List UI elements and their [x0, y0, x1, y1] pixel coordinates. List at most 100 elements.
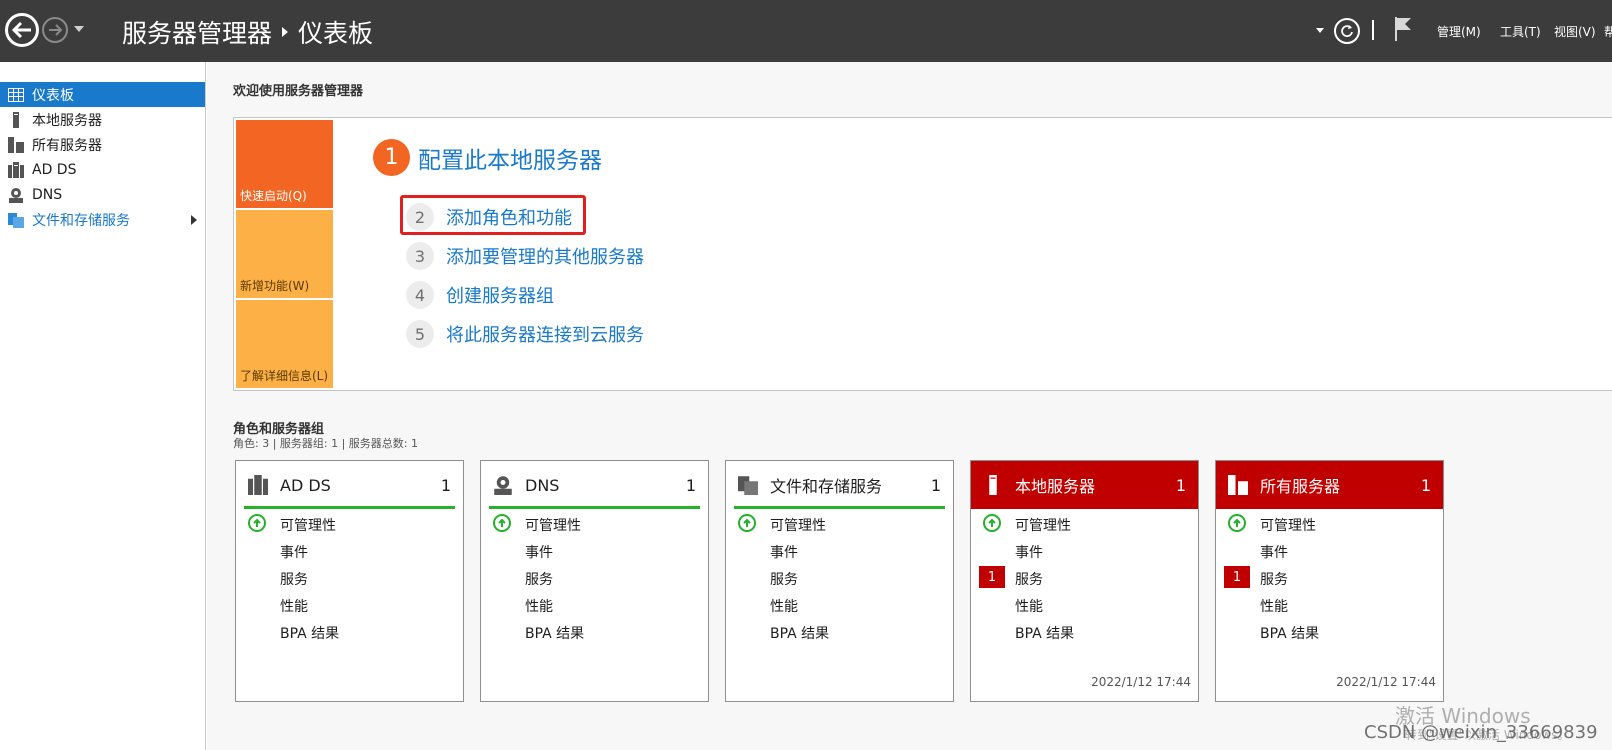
tile-row-bpa[interactable]: BPA 结果 [1260, 623, 1319, 643]
tile-header[interactable]: AD DS 1 [236, 461, 463, 509]
tile-header[interactable]: 所有服务器 1 [1216, 461, 1443, 509]
tile-row-services[interactable]: 服务 [770, 569, 798, 589]
dashboard-icon [8, 87, 24, 103]
service-alert-badge: 1 [979, 566, 1005, 588]
tile-row-performance[interactable]: 性能 [770, 596, 798, 616]
sidebar-item-label: 仪表板 [32, 87, 74, 104]
chevron-right-icon[interactable] [191, 215, 197, 225]
tile-title: DNS [525, 475, 560, 495]
arrow-up-icon [1228, 514, 1246, 532]
tile-row-performance[interactable]: 性能 [525, 596, 553, 616]
tile-header[interactable]: 文件和存储服务 1 [726, 461, 953, 509]
back-button[interactable] [5, 13, 39, 47]
dashboard-main: 欢迎使用服务器管理器 快速启动(Q) 新增功能(W) 了解详细信息(L) 1 配… [207, 62, 1612, 750]
forward-button[interactable] [42, 17, 68, 43]
tile-header[interactable]: DNS 1 [481, 461, 708, 509]
tile-row-bpa[interactable]: BPA 结果 [770, 623, 829, 643]
sidebar-item-ad-ds[interactable]: AD DS [0, 157, 205, 182]
whats-new-tile[interactable]: 新增功能(W) [236, 210, 333, 298]
configure-local-server-link[interactable]: 1 配置此本地服务器 [373, 139, 602, 176]
step-label: 创建服务器组 [446, 286, 554, 307]
sidebar-item-dashboard[interactable]: 仪表板 [0, 82, 205, 107]
csdn-watermark: CSDN @weixin_33669839 [1364, 722, 1598, 743]
connect-cloud-link[interactable]: 5 将此服务器连接到云服务 [406, 320, 644, 348]
tile-title: AD DS [280, 475, 331, 495]
sidebar-item-all-servers[interactable]: 所有服务器 [0, 132, 205, 157]
tile-row-performance[interactable]: 性能 [1015, 596, 1043, 616]
step-number: 4 [406, 281, 434, 309]
highlight-annotation [400, 195, 586, 235]
tile-row-bpa[interactable]: BPA 结果 [1015, 623, 1074, 643]
roles-summary: 角色: 3 | 服务器组: 1 | 服务器总数: 1 [233, 437, 419, 450]
step-number: 1 [373, 139, 410, 176]
tile-header[interactable]: 本地服务器 1 [971, 461, 1198, 509]
breadcrumb-separator-icon [282, 27, 289, 37]
menu-help[interactable]: 帮 [1604, 23, 1612, 40]
tile-row-events[interactable]: 事件 [525, 542, 553, 562]
tile-title: 文件和存储服务 [770, 477, 883, 496]
tile-count: 1 [1420, 475, 1431, 495]
tile-row-bpa[interactable]: BPA 结果 [525, 623, 584, 643]
role-tile-ad-ds[interactable]: AD DS 1 可管理性 事件 服务 性能 BPA 结果 [235, 460, 464, 702]
flag-icon[interactable] [1393, 16, 1413, 42]
tile-row-events[interactable]: 事件 [1260, 542, 1288, 562]
step-label: 配置此本地服务器 [418, 147, 602, 174]
role-tile-dns[interactable]: DNS 1 可管理性 事件 服务 性能 BPA 结果 [480, 460, 709, 702]
tile-count: 1 [440, 475, 451, 495]
quickstart-tile[interactable]: 快速启动(Q) [236, 120, 333, 208]
menu-tools[interactable]: 工具(T) [1500, 23, 1541, 40]
step-label: 将此服务器连接到云服务 [446, 325, 644, 346]
arrow-up-icon [248, 514, 266, 532]
arrow-up-icon [493, 514, 511, 532]
tile-title: 所有服务器 [1260, 477, 1341, 496]
tile-row-services[interactable]: 服务 [280, 569, 308, 589]
sidebar-item-local-server[interactable]: 本地服务器 [0, 107, 205, 132]
sidebar-item-file-storage[interactable]: 文件和存储服务 [0, 207, 205, 232]
tile-row-manageability[interactable]: 可管理性 [525, 515, 581, 535]
page-title: 仪表板 [298, 19, 374, 48]
create-server-group-link[interactable]: 4 创建服务器组 [406, 281, 554, 309]
tile-row-events[interactable]: 事件 [280, 542, 308, 562]
step-number: 5 [406, 320, 434, 348]
role-tile-all-servers[interactable]: 所有服务器 1 可管理性 事件 1 服务 性能 BPA 结果 2022/1/12… [1215, 460, 1444, 702]
tile-count: 1 [1175, 475, 1186, 495]
tile-row-manageability[interactable]: 可管理性 [1015, 515, 1071, 535]
sidebar-item-label: DNS [32, 186, 63, 203]
tile-row-services[interactable]: 服务 [525, 569, 553, 589]
tile-row-services[interactable]: 服务 [1260, 569, 1288, 589]
quickstart-label: 快速启动(Q) [240, 189, 307, 203]
notifications-dropdown-icon[interactable] [1316, 28, 1324, 33]
add-other-servers-link[interactable]: 3 添加要管理的其他服务器 [406, 242, 644, 270]
tile-row-manageability[interactable]: 可管理性 [1260, 515, 1316, 535]
sidebar-item-dns[interactable]: DNS [0, 182, 205, 207]
dns-icon [8, 187, 24, 203]
server-icon [982, 474, 1004, 496]
menu-view[interactable]: 视图(V) [1554, 23, 1596, 40]
menu-manage[interactable]: 管理(M) [1437, 23, 1481, 40]
sidebar-item-label: 文件和存储服务 [32, 212, 130, 229]
servers-icon [8, 136, 24, 153]
status-bar [734, 506, 945, 509]
tile-row-services[interactable]: 服务 [1015, 569, 1043, 589]
tile-timestamp: 2022/1/12 17:44 [1336, 675, 1436, 689]
tile-row-manageability[interactable]: 可管理性 [770, 515, 826, 535]
sidebar: 仪表板 本地服务器 所有服务器 AD DS DNS 文件和存储服务 [0, 62, 206, 750]
tile-row-performance[interactable]: 性能 [1260, 596, 1288, 616]
step-label: 添加要管理的其他服务器 [446, 247, 644, 268]
whats-new-label: 新增功能(W) [240, 279, 310, 293]
role-tile-file-storage[interactable]: 文件和存储服务 1 可管理性 事件 服务 性能 BPA 结果 [725, 460, 954, 702]
learn-more-label: 了解详细信息(L) [240, 369, 329, 383]
role-tile-local-server[interactable]: 本地服务器 1 可管理性 事件 1 服务 性能 BPA 结果 2022/1/12… [970, 460, 1199, 702]
tile-row-bpa[interactable]: BPA 结果 [280, 623, 339, 643]
history-dropdown-icon[interactable] [74, 26, 84, 32]
learn-more-tile[interactable]: 了解详细信息(L) [236, 300, 333, 388]
tile-row-events[interactable]: 事件 [1015, 542, 1043, 562]
tile-row-manageability[interactable]: 可管理性 [280, 515, 336, 535]
refresh-button[interactable] [1334, 18, 1360, 44]
tile-row-performance[interactable]: 性能 [280, 596, 308, 616]
status-bar [489, 506, 700, 509]
tile-row-events[interactable]: 事件 [770, 542, 798, 562]
file-storage-icon [737, 474, 759, 496]
service-alert-badge: 1 [1224, 566, 1250, 588]
sidebar-item-label: 本地服务器 [32, 112, 102, 129]
